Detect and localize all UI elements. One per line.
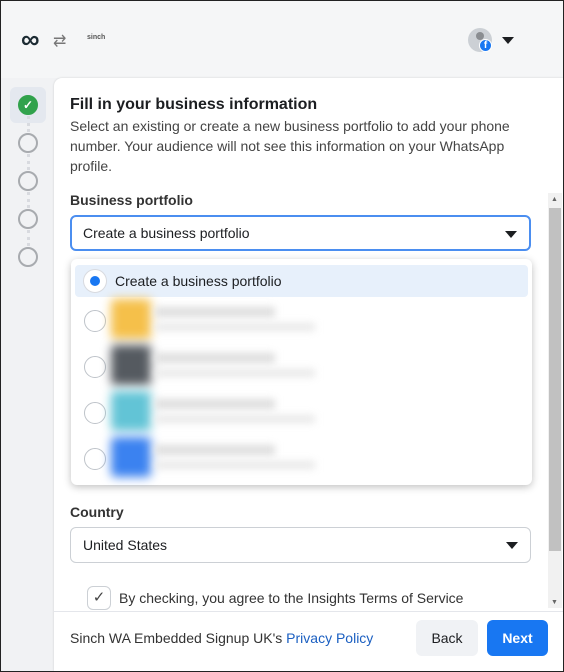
- portfolio-select[interactable]: Create a business portfolio: [70, 215, 531, 251]
- meta-logo: ∞: [21, 24, 39, 54]
- blurred-text: [155, 399, 275, 409]
- next-button[interactable]: Next: [487, 620, 548, 656]
- step-5-circle-icon: [18, 247, 38, 267]
- blurred-text: [155, 415, 315, 423]
- option-existing-portfolio[interactable]: [75, 437, 528, 477]
- country-select[interactable]: United States: [70, 527, 531, 563]
- header: ∞ ⇄ sinch f: [1, 1, 563, 78]
- page-description: Select an existing or create a new busin…: [70, 118, 510, 174]
- option-create-portfolio[interactable]: Create a business portfolio: [75, 265, 528, 297]
- country-label: Country: [70, 504, 124, 520]
- step-3-circle-icon: [18, 171, 38, 191]
- swap-icon: ⇄: [53, 33, 67, 50]
- radio[interactable]: [84, 356, 106, 378]
- blurred-text: [155, 369, 315, 377]
- terms-text: By checking, you agree to the Insights T…: [119, 590, 464, 606]
- option-label: Create a business portfolio: [115, 273, 282, 289]
- portfolio-image-blurred: [111, 437, 151, 477]
- portfolio-image-blurred: [111, 345, 151, 385]
- form-card: Fill in your business information Select…: [54, 78, 563, 671]
- step-1-check-icon: ✓: [18, 95, 38, 115]
- privacy-prefix: Sinch WA Embedded Signup UK's: [70, 630, 287, 646]
- check-icon: ✓: [92, 589, 106, 606]
- step-connector: [27, 230, 30, 246]
- radio[interactable]: [84, 310, 106, 332]
- radio[interactable]: [84, 402, 106, 424]
- footer: Sinch WA Embedded Signup UK's Privacy Po…: [54, 611, 563, 671]
- privacy-text: Sinch WA Embedded Signup UK's Privacy Po…: [70, 630, 373, 646]
- step-connector: [27, 154, 30, 170]
- blurred-text: [155, 353, 275, 363]
- step-2-circle-icon: [18, 133, 38, 153]
- signup-window: ∞ ⇄ sinch f ✓ Fill in your business info…: [1, 1, 563, 671]
- blurred-text: [155, 323, 315, 331]
- option-existing-portfolio[interactable]: [75, 299, 528, 339]
- option-existing-portfolio[interactable]: [75, 345, 528, 385]
- portfolio-label: Business portfolio: [70, 192, 193, 208]
- privacy-policy-link[interactable]: Privacy Policy: [286, 630, 373, 646]
- radio[interactable]: [84, 448, 106, 470]
- step-connector: [27, 116, 30, 132]
- radio-selected[interactable]: [84, 270, 106, 292]
- country-value: United States: [83, 537, 168, 553]
- blurred-text: [155, 445, 275, 455]
- page-title: Fill in your business information: [70, 96, 318, 113]
- account-menu-chevron-down-icon[interactable]: [502, 37, 514, 44]
- portfolio-image-blurred: [111, 299, 151, 339]
- blurred-text: [155, 461, 315, 469]
- facebook-icon: f: [479, 39, 492, 52]
- partner-logo: sinch: [87, 34, 106, 41]
- portfolio-image-blurred: [111, 391, 151, 431]
- scrollbar-thumb[interactable]: [549, 208, 561, 551]
- portfolio-dropdown: Create a business portfolio: [71, 259, 532, 485]
- terms-checkbox[interactable]: ✓: [87, 586, 111, 610]
- scrollbar[interactable]: ▲ ▼: [548, 193, 562, 608]
- option-existing-portfolio[interactable]: [75, 391, 528, 431]
- back-button[interactable]: Back: [416, 620, 478, 656]
- blurred-text: [155, 307, 275, 317]
- scroll-down-icon[interactable]: ▼: [551, 599, 558, 606]
- step-connector: [27, 192, 30, 208]
- chevron-down-icon: [506, 542, 518, 549]
- scroll-up-icon[interactable]: ▲: [551, 196, 558, 203]
- chevron-down-icon: [505, 231, 517, 238]
- step-4-circle-icon: [18, 209, 38, 229]
- portfolio-value: Create a business portfolio: [83, 225, 250, 241]
